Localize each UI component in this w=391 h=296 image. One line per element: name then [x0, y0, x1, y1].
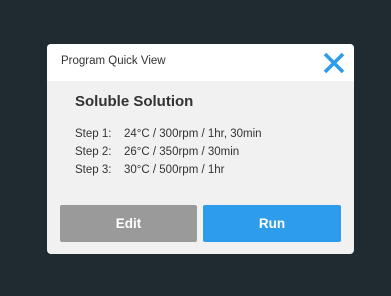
step-row: Step 3: 30°C / 500rpm / 1hr: [75, 164, 262, 182]
dialog-header: Program Quick View: [47, 44, 354, 81]
step-value: 26°C / 350rpm / 30min: [124, 146, 240, 158]
step-row: Step 1: 24°C / 300rpm / 1hr, 30min: [75, 128, 262, 146]
step-label: Step 1:: [75, 128, 112, 140]
step-row: Step 2: 26°C / 350rpm / 30min: [75, 146, 262, 164]
edit-button-label: Edit: [115, 216, 142, 231]
step-value: 24°C / 300rpm / 1hr, 30min: [124, 128, 262, 140]
screen-background: Program Quick View Soluble Solution Step…: [0, 0, 391, 296]
close-button[interactable]: [320, 49, 348, 77]
close-icon: [323, 52, 345, 74]
program-quick-view-dialog: Program Quick View Soluble Solution Step…: [47, 44, 354, 254]
step-label: Step 2:: [75, 146, 112, 158]
step-value: 30°C / 500rpm / 1hr: [124, 164, 225, 176]
edit-button[interactable]: Edit: [60, 205, 197, 242]
program-name: Soluble Solution: [75, 93, 194, 110]
step-list: Step 1: 24°C / 300rpm / 1hr, 30min Step …: [75, 128, 262, 182]
dialog-title: Program Quick View: [61, 55, 166, 67]
step-label: Step 3:: [75, 164, 112, 176]
run-button[interactable]: Run: [203, 205, 341, 242]
run-button-label: Run: [258, 216, 286, 231]
